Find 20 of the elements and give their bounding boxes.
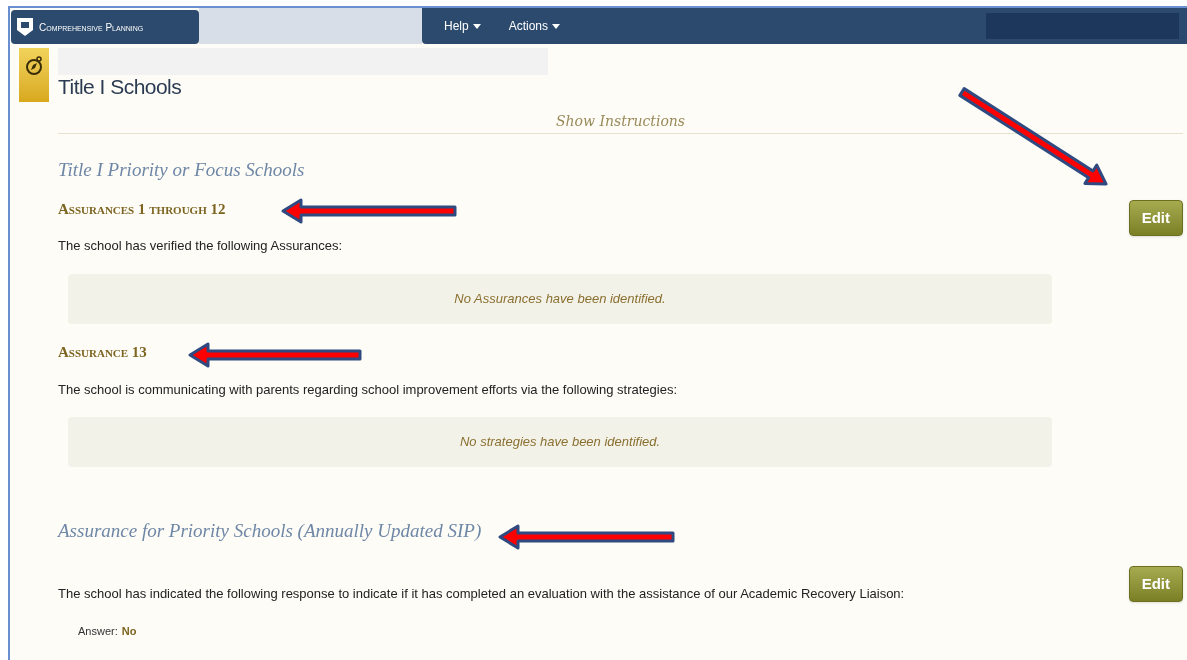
- app-title: Comprehensive Planning: [39, 20, 144, 35]
- description-text: The school has indicated the following response to indicate if it has completed an evaluation with the assistance of our Academic Recovery Liaison:: [58, 584, 905, 603]
- nav-menu[interactable]: Help: [444, 17, 481, 35]
- section-heading: Title I Priority or Focus Schools: [58, 157, 305, 182]
- section-heading: Assurance for Priority Schools (Annually Updated SIP): [58, 519, 482, 543]
- description-text: The school is communicating with parents regarding school improvement efforts via the following strategies:: [58, 380, 677, 399]
- caret-icon: [472, 23, 481, 29]
- subsection-heading: Assurance 13: [58, 343, 147, 363]
- compass-badge-icon: [19, 48, 49, 102]
- answer-value: No: [121, 624, 137, 639]
- empty-message: No strategies have been identified.: [459, 433, 661, 452]
- nav-menu[interactable]: Actions: [508, 17, 561, 35]
- page-title: Title I Schools: [58, 74, 182, 100]
- shield-icon: [15, 16, 35, 38]
- caret-icon: [552, 23, 561, 29]
- answer-label: Answer:: [78, 624, 118, 639]
- app-logo-button[interactable]: Comprehensive Planning: [11, 10, 199, 44]
- description-text: The school has verified the following Assurances:: [58, 237, 342, 255]
- subsection-heading: Assurances 1 through 12: [58, 199, 226, 219]
- empty-message: No Assurances have been identified.: [454, 289, 666, 308]
